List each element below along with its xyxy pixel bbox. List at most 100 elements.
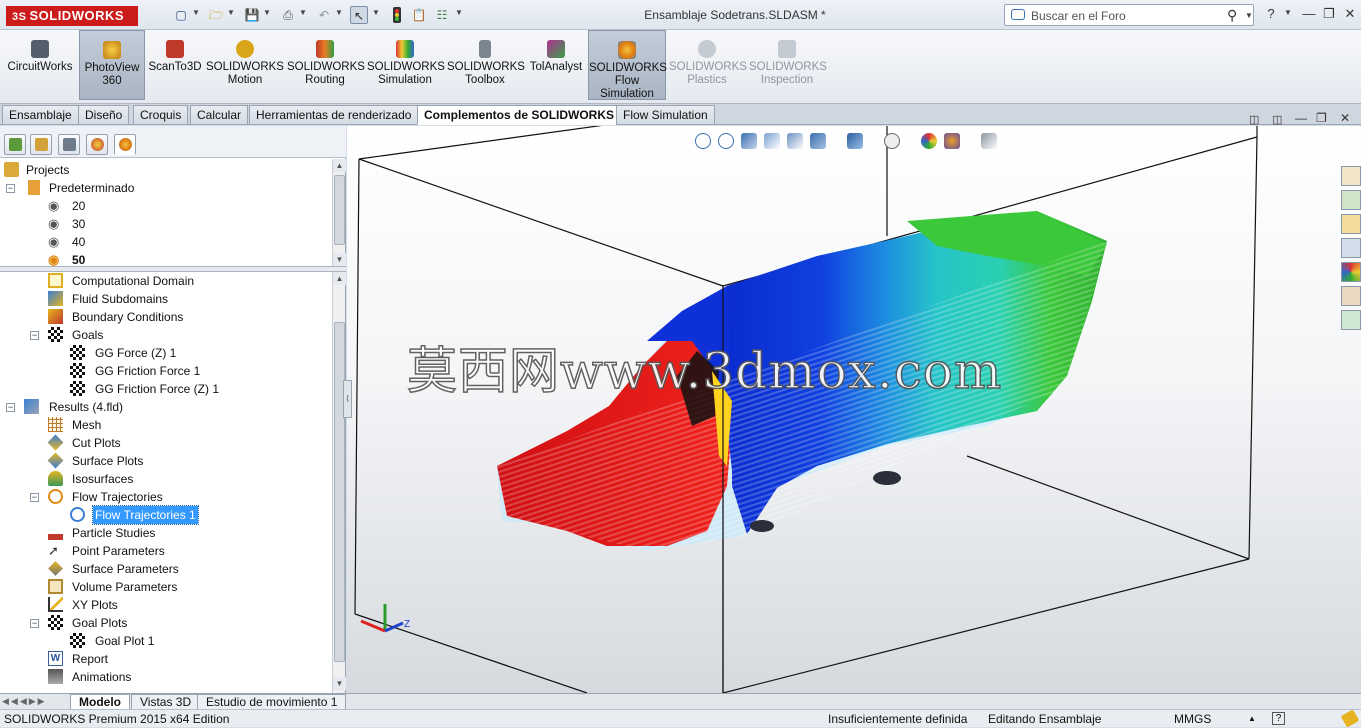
featuremanager-tab[interactable] — [4, 134, 26, 155]
tolanalyst-icon — [547, 40, 565, 58]
rebuild-icon[interactable] — [388, 6, 406, 24]
configurationmanager-tab[interactable] — [58, 134, 80, 155]
scrollbar[interactable]: ▲ ▼ — [332, 159, 346, 266]
collapse-icon[interactable]: − — [6, 184, 15, 193]
collapse-panel-handle[interactable]: ⟨ — [343, 380, 352, 418]
save-icon[interactable]: 💾 — [243, 6, 261, 24]
chevron-down-icon[interactable]: ▼ — [1245, 11, 1253, 20]
tab-ensamblaje[interactable]: Ensamblaje — [2, 105, 79, 125]
display-style-icon[interactable] — [847, 133, 863, 149]
tab-modelo[interactable]: Modelo — [70, 694, 130, 710]
scroll-down-arrow-icon[interactable]: ▼ — [333, 253, 346, 266]
tolanalyst-button[interactable]: TolAnalyst — [527, 30, 585, 100]
axis-triad — [360, 604, 404, 633]
display-manager-tab[interactable] — [86, 134, 108, 155]
scroll-thumb[interactable] — [334, 175, 345, 245]
help-icon[interactable]: ? — [1262, 6, 1280, 21]
units-chevron-up-icon[interactable]: ▲ — [1248, 710, 1256, 728]
custom-properties-icon[interactable] — [1341, 286, 1361, 306]
tab-croquis[interactable]: Croquis — [133, 105, 189, 125]
appearances-scenes-icon[interactable] — [1341, 262, 1361, 282]
collapse-icon[interactable]: − — [30, 331, 39, 340]
solidworks-routing-button[interactable]: SOLIDWORKS Routing — [287, 30, 365, 100]
tag-icon[interactable] — [1340, 709, 1360, 728]
viewport-minimize-icon[interactable]: — — [1295, 111, 1307, 125]
solidworks-simulation-button[interactable]: SOLIDWORKS Simulation — [367, 30, 445, 100]
zoom-to-area-icon[interactable] — [718, 133, 734, 149]
view-orientation-icon[interactable] — [810, 133, 826, 149]
select-arrow-icon[interactable]: ↖ — [350, 6, 368, 24]
close-icon[interactable]: ✕ — [1341, 6, 1359, 22]
help-status-icon[interactable]: ? — [1272, 712, 1285, 725]
viewport-link-icon[interactable]: ◫ — [1272, 113, 1282, 126]
chevron-down-icon[interactable]: ▼ — [192, 8, 200, 17]
button-label: SOLIDWORKS — [669, 61, 747, 73]
file-explorer-icon[interactable] — [1341, 214, 1361, 234]
search-icon[interactable]: ⚲ — [1227, 7, 1237, 24]
viewport-split-icon[interactable]: ◫ — [1249, 113, 1259, 126]
scrollbar[interactable]: ▲ ▼ — [332, 272, 346, 693]
collapse-icon[interactable]: − — [30, 493, 39, 502]
view-palette-icon[interactable] — [1341, 238, 1361, 258]
chevron-down-icon[interactable]: ▼ — [263, 8, 271, 17]
section-view-icon[interactable] — [764, 133, 780, 149]
collapse-icon[interactable]: − — [6, 403, 15, 412]
tab-diseno[interactable]: Diseño — [78, 105, 130, 125]
new-document-icon[interactable]: ▢ — [172, 6, 190, 24]
scroll-up-arrow-icon[interactable]: ▲ — [333, 272, 346, 285]
tab-estudio-movimiento[interactable]: Estudio de movimiento 1 — [197, 694, 347, 710]
zoom-to-fit-icon[interactable] — [695, 133, 711, 149]
dynamic-annotation-icon[interactable] — [787, 133, 803, 149]
design-library-icon[interactable] — [1341, 190, 1361, 210]
chevron-down-icon[interactable]: ▼ — [335, 8, 343, 17]
tab-herramientas-renderizado[interactable]: Herramientas de renderizado — [249, 105, 419, 125]
circuitworks-button[interactable]: CircuitWorks — [4, 30, 76, 100]
previous-view-icon[interactable] — [741, 133, 757, 149]
boundary-conditions-icon — [48, 309, 63, 324]
chevron-down-icon[interactable]: ▼ — [227, 8, 235, 17]
mesh-icon — [48, 417, 63, 432]
tab-flow-simulation[interactable]: Flow Simulation — [616, 105, 715, 125]
undo-icon[interactable]: ↶ — [315, 6, 333, 24]
print-icon[interactable]: ⎙ — [279, 6, 297, 24]
graphics-area[interactable]: Z 莫西网www.3dmox.com — [347, 126, 1361, 693]
file-properties-icon[interactable]: 📋 — [410, 6, 428, 24]
options-icon[interactable]: ☷ — [433, 6, 451, 24]
tab-calcular[interactable]: Calcular — [190, 105, 249, 125]
flow-analysis-tree-tab[interactable] — [114, 134, 136, 155]
photoview-360-button[interactable]: PhotoView 360 — [79, 30, 145, 100]
tab-scroll-arrows-icon[interactable]: ◀◀◀▶▶ — [2, 696, 47, 707]
search-input[interactable]: Buscar en el Foro ⚲ ▼ — [1004, 4, 1254, 26]
collapse-icon[interactable]: − — [30, 619, 39, 628]
chevron-down-icon[interactable]: ▼ — [1284, 8, 1292, 17]
apply-scene-icon[interactable] — [944, 133, 960, 149]
chevron-down-icon[interactable]: ▼ — [455, 8, 463, 17]
minimize-icon[interactable]: — — [1300, 6, 1318, 21]
hide-show-items-icon[interactable] — [884, 133, 900, 149]
solidworks-flow-simulation-button[interactable]: SOLIDWORKS Flow Simulation — [588, 30, 667, 100]
manager-tabs — [0, 126, 346, 158]
button-label: Routing — [305, 74, 345, 86]
solidworks-motion-button[interactable]: SOLIDWORKS Motion — [206, 30, 284, 100]
scanto3d-button[interactable]: ScanTo3D — [147, 30, 203, 100]
solidworks-resources-icon[interactable] — [1341, 166, 1361, 186]
propertymanager-tab[interactable] — [30, 134, 52, 155]
status-units[interactable]: MMGS — [1174, 710, 1211, 728]
scroll-down-arrow-icon[interactable]: ▼ — [333, 677, 346, 690]
solidworks-forum-icon[interactable] — [1341, 310, 1361, 330]
chevron-down-icon[interactable]: ▼ — [372, 8, 380, 17]
edit-appearance-icon[interactable] — [921, 133, 937, 149]
solidworks-toolbox-button[interactable]: SOLIDWORKS Toolbox — [447, 30, 525, 100]
tab-vistas-3d[interactable]: Vistas 3D — [131, 694, 201, 710]
open-folder-icon[interactable]: 🗁 — [207, 6, 225, 24]
restore-icon[interactable]: ❐ — [1320, 6, 1338, 22]
tab-complementos[interactable]: Complementos de SOLIDWORKS — [417, 105, 622, 125]
view-settings-icon[interactable] — [981, 133, 997, 149]
scroll-up-arrow-icon[interactable]: ▲ — [333, 159, 346, 172]
viewport-close-icon[interactable]: ✕ — [1340, 111, 1350, 125]
scroll-thumb[interactable] — [334, 322, 345, 662]
solidworks-logo[interactable]: 3S SOLIDWORKS — [6, 6, 138, 26]
fluid-subdomains-icon — [48, 291, 63, 306]
viewport-restore-icon[interactable]: ❐ — [1316, 111, 1327, 125]
chevron-down-icon[interactable]: ▼ — [299, 8, 307, 17]
